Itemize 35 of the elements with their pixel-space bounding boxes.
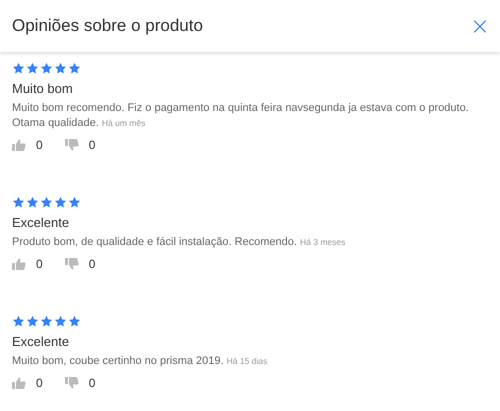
like-button[interactable]: 0 [12, 138, 43, 152]
star-icon [54, 196, 67, 209]
review-text: Produto bom, de qualidade e fácil instalação. Recomendo. Há 3 meses [12, 235, 346, 250]
star-icon [12, 315, 25, 328]
dislike-button[interactable]: 0 [64, 257, 96, 271]
star-icon [12, 196, 25, 209]
thumbs-down-icon [64, 139, 79, 151]
star-icon [40, 196, 53, 209]
star-icon [54, 315, 67, 328]
star-icon [68, 196, 81, 209]
thumbs-down-icon [64, 377, 79, 389]
star-icon [54, 62, 67, 75]
review-title: Muito bom [12, 81, 74, 97]
star-icon [26, 315, 39, 328]
star-icon [26, 62, 39, 75]
star-icon [26, 196, 39, 209]
modal-title: Opiniões sobre o produto [12, 16, 203, 36]
star-icon [40, 315, 53, 328]
like-button[interactable]: 0 [12, 376, 43, 390]
close-button[interactable]: × [466, 14, 494, 38]
dislike-button[interactable]: 0 [64, 376, 96, 390]
star-icon [12, 62, 25, 75]
like-button[interactable]: 0 [12, 257, 43, 271]
review-text: Muito bom, coube certinho no prisma 2019. Há 15 dias [12, 354, 268, 369]
thumbs-up-icon [12, 258, 26, 270]
thumbs-down-icon [64, 258, 79, 270]
thumbs-up-icon [12, 377, 26, 389]
review-title: Excelente [12, 334, 70, 350]
review-text: Muito bom recomendo. Fiz o pagamento na quinta feira navsegunda ja estava com o produto. Otama qualidade. Há um mês [12, 101, 470, 131]
star-icon [68, 62, 81, 75]
review-title: Excelente [12, 215, 70, 231]
star-icon [68, 315, 81, 328]
thumbs-up-icon [12, 139, 26, 151]
star-icon [40, 62, 53, 75]
dislike-button[interactable]: 0 [64, 138, 96, 152]
